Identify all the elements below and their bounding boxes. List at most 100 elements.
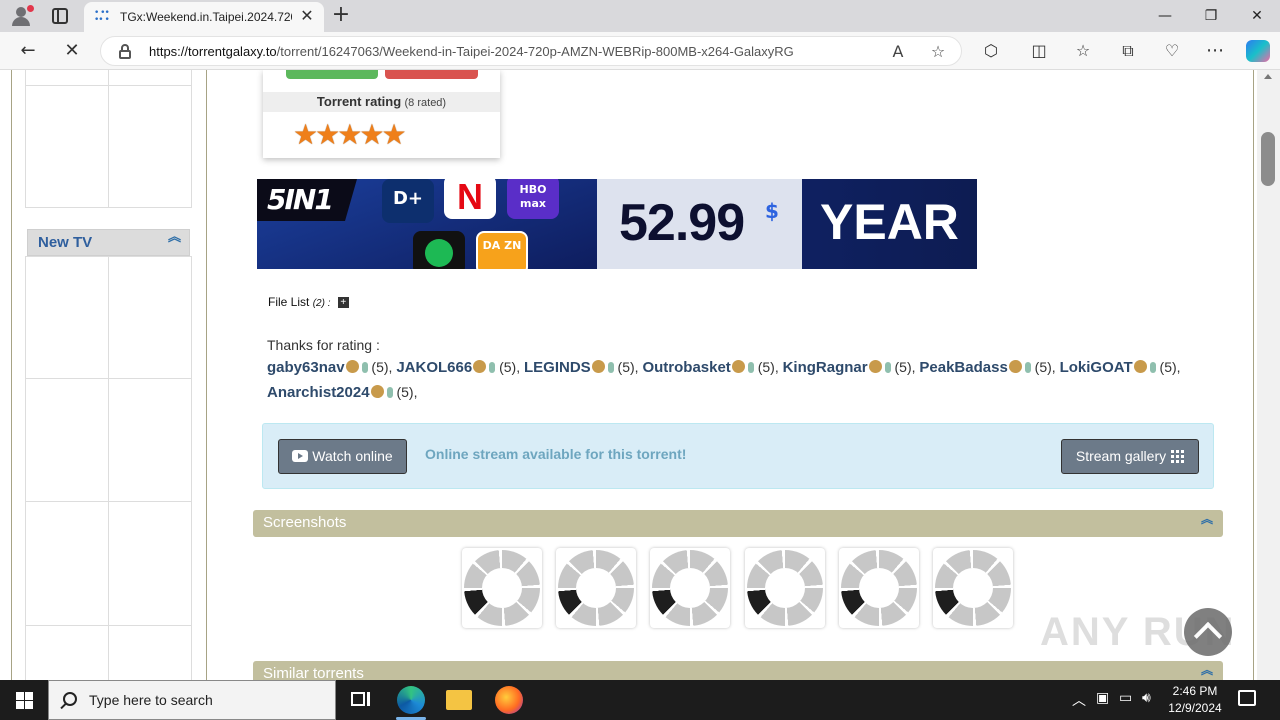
profile-icon[interactable] — [10, 5, 34, 27]
taskbar-search[interactable]: Type here to search — [48, 680, 336, 720]
notifications-icon[interactable] — [1238, 690, 1256, 706]
thanker-score: (5), — [1155, 359, 1181, 375]
screenshot-thumbnail[interactable] — [839, 548, 919, 628]
file-list-toggle[interactable]: File List (2) : + — [268, 295, 349, 309]
user-rank-icon — [1008, 360, 1022, 373]
clock-time: 2:46 PM — [1172, 684, 1218, 698]
rating-header: Torrent rating (8 rated) — [263, 92, 500, 112]
firefox-icon[interactable] — [495, 686, 523, 714]
window-close-button[interactable]: ✕ — [1237, 4, 1277, 28]
new-tv-title: New TV — [38, 234, 93, 251]
thanker-name[interactable]: Outrobasket — [642, 359, 754, 376]
sidebar-new-tv-header[interactable]: New TV ︽ — [27, 229, 190, 256]
collapse-icon[interactable]: ︽ — [1201, 664, 1213, 676]
bad-button[interactable] — [385, 70, 478, 79]
thanker-score: (5), — [753, 359, 783, 375]
edge-icon[interactable] — [397, 686, 425, 714]
favorites-icon[interactable]: ☆ — [1072, 40, 1094, 62]
collapse-icon[interactable]: ︽ — [168, 231, 181, 244]
ad-banner[interactable]: 5IN1 D+ N HBO max DA ZN 52.99 $ YEAR — [257, 179, 977, 269]
browser-titlebar: • •• •• • TGx:Weekend.in.Taipei.2024.720p… — [0, 0, 1280, 32]
thanker-name[interactable]: gaby63nav — [267, 359, 368, 376]
collections-icon[interactable]: ⧉ — [1117, 40, 1139, 62]
star-icon[interactable]: ★ — [381, 120, 406, 150]
stop-loading-icon[interactable]: ✕ — [61, 40, 83, 62]
banner-badge-text: 5IN1 — [267, 183, 334, 216]
page-border — [206, 70, 207, 680]
scroll-up-arrow-icon[interactable] — [1264, 74, 1272, 79]
expand-icon[interactable]: + — [337, 297, 349, 309]
lock-icon[interactable] — [119, 44, 131, 59]
favorite-star-icon[interactable]: ☆ — [927, 41, 949, 63]
taskbar-clock[interactable]: 2:46 PM 12/9/2024 — [1166, 683, 1224, 717]
more-menu-icon[interactable]: ⋯ — [1204, 40, 1226, 62]
minimize-button[interactable]: — — [1145, 4, 1185, 28]
thanker-name[interactable]: JAKOL666 — [396, 359, 496, 376]
screenshot-thumbnail[interactable] — [462, 548, 542, 628]
sidebar-grid-top — [25, 70, 192, 208]
back-icon[interactable]: ← — [17, 40, 39, 62]
thanker-name[interactable]: PeakBadass — [919, 359, 1031, 376]
rating-count: (8 rated) — [404, 97, 447, 109]
scroll-to-top-button[interactable] — [1184, 608, 1232, 656]
rating-stars[interactable]: ★★★★★ — [293, 120, 407, 150]
watch-online-button[interactable]: Watch online — [278, 439, 407, 474]
spotify-logo — [413, 231, 465, 269]
screenshot-thumbnail[interactable] — [556, 548, 636, 628]
extensions-icon[interactable]: ⬡ — [980, 40, 1002, 62]
screenshot-thumbnail[interactable] — [650, 548, 730, 628]
notification-dot — [27, 5, 34, 12]
banner-currency: $ — [765, 199, 779, 223]
thanks-label: Thanks for rating : — [267, 337, 380, 353]
tab-actions-icon[interactable] — [52, 8, 68, 24]
tab-torrent[interactable]: • •• •• • TGx:Weekend.in.Taipei.2024.720p… — [84, 2, 324, 32]
url-text[interactable]: https://torrentgalaxy.to/torrent/1624706… — [149, 44, 794, 59]
start-button[interactable] — [0, 680, 48, 720]
scrollbar-thumb[interactable] — [1261, 132, 1275, 186]
file-list-label: File List — [268, 295, 310, 309]
page-scrollbar[interactable] — [1257, 70, 1280, 680]
tray-chevron-icon[interactable]: ︿ — [1072, 690, 1086, 710]
tab-close-icon[interactable]: ✕ — [298, 7, 316, 25]
stream-gallery-button[interactable]: Stream gallery — [1061, 439, 1199, 474]
thanker-name[interactable]: Anarchist2024 — [267, 384, 393, 401]
split-screen-icon[interactable]: ◫ — [1028, 40, 1050, 62]
url-path: /torrent/16247063/Weekend-in-Taipei-2024… — [276, 44, 794, 59]
sidebar-grid-new-tv — [25, 256, 192, 680]
copilot-icon[interactable] — [1246, 40, 1270, 62]
screenshot-thumbnail[interactable] — [745, 548, 825, 628]
maximize-button[interactable]: ❐ — [1191, 4, 1231, 28]
user-rank-icon — [473, 360, 487, 373]
rating-label: Torrent rating — [316, 94, 402, 109]
thanker-name[interactable]: KingRagnar — [783, 359, 891, 376]
collapse-icon[interactable]: ︽ — [1201, 513, 1213, 525]
thanker-score: (5), — [392, 384, 418, 400]
device-icon[interactable]: ▣ — [1096, 690, 1109, 706]
similar-torrents-title: Similar torrents — [263, 665, 364, 680]
address-bar[interactable]: https://torrentgalaxy.to/torrent/1624706… — [100, 36, 962, 66]
thanker-name[interactable]: LokiGOAT — [1060, 359, 1156, 376]
thanker-name[interactable]: LEGINDS — [524, 359, 614, 376]
browser-essentials-icon[interactable]: ♡ — [1161, 40, 1183, 62]
file-explorer-icon[interactable] — [446, 690, 472, 710]
task-view-icon[interactable] — [347, 686, 375, 714]
user-rank-icon — [345, 360, 359, 373]
network-icon[interactable]: ▭ — [1119, 690, 1132, 706]
similar-torrents-section-header[interactable]: Similar torrents ︽ — [253, 661, 1223, 680]
stream-note: Online stream available for this torrent… — [425, 446, 687, 462]
watch-online-label: Watch online — [312, 448, 393, 464]
user-rank-icon — [591, 360, 605, 373]
screenshot-thumbnail[interactable] — [933, 548, 1013, 628]
new-tab-button[interactable]: + — [330, 4, 352, 26]
browser-toolbar: ← ✕ https://torrentgalaxy.to/torrent/162… — [0, 32, 1280, 70]
volume-icon[interactable]: 🔊︎ — [1142, 690, 1151, 706]
good-button[interactable] — [286, 70, 378, 79]
read-aloud-icon[interactable]: A — [887, 41, 909, 63]
thanker-score: (5), — [495, 359, 524, 375]
thanker-score: (5), — [613, 359, 643, 375]
loading-spinner-icon — [841, 550, 917, 626]
banner-badge: 5IN1 — [257, 179, 357, 221]
stream-gallery-label: Stream gallery — [1075, 448, 1167, 464]
screenshots-section-header[interactable]: Screenshots ︽ — [253, 510, 1223, 537]
page-viewport: New TV ︽ Torrent rating (8 rated) ★★★★★ … — [0, 70, 1280, 680]
